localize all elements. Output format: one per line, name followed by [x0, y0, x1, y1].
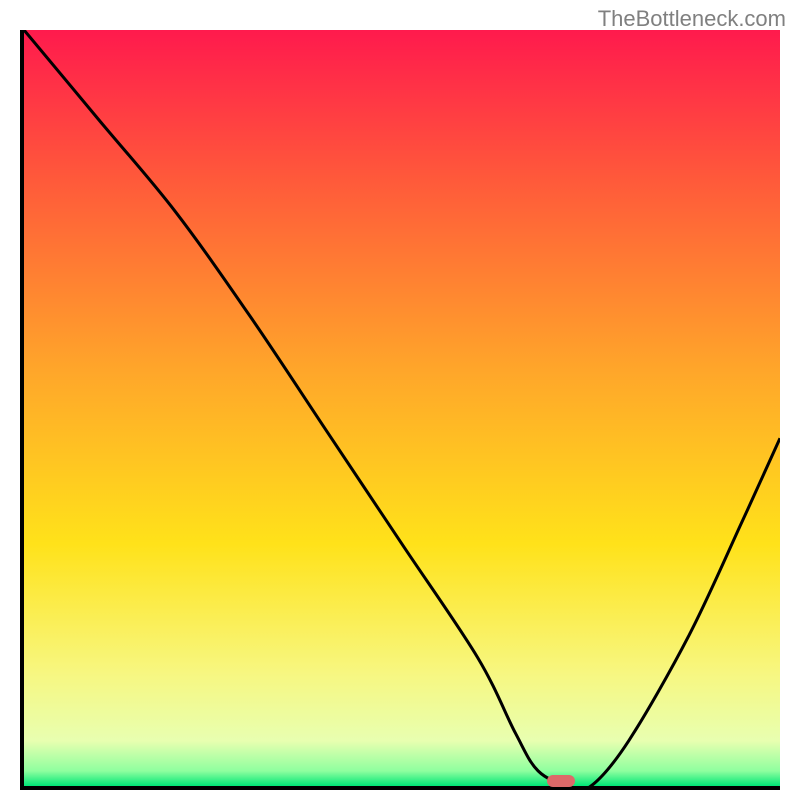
- optimal-point-marker: [547, 775, 575, 787]
- bottleneck-curve: [24, 30, 780, 786]
- chart-plot-area: [20, 30, 780, 790]
- watermark-text: TheBottleneck.com: [598, 6, 786, 32]
